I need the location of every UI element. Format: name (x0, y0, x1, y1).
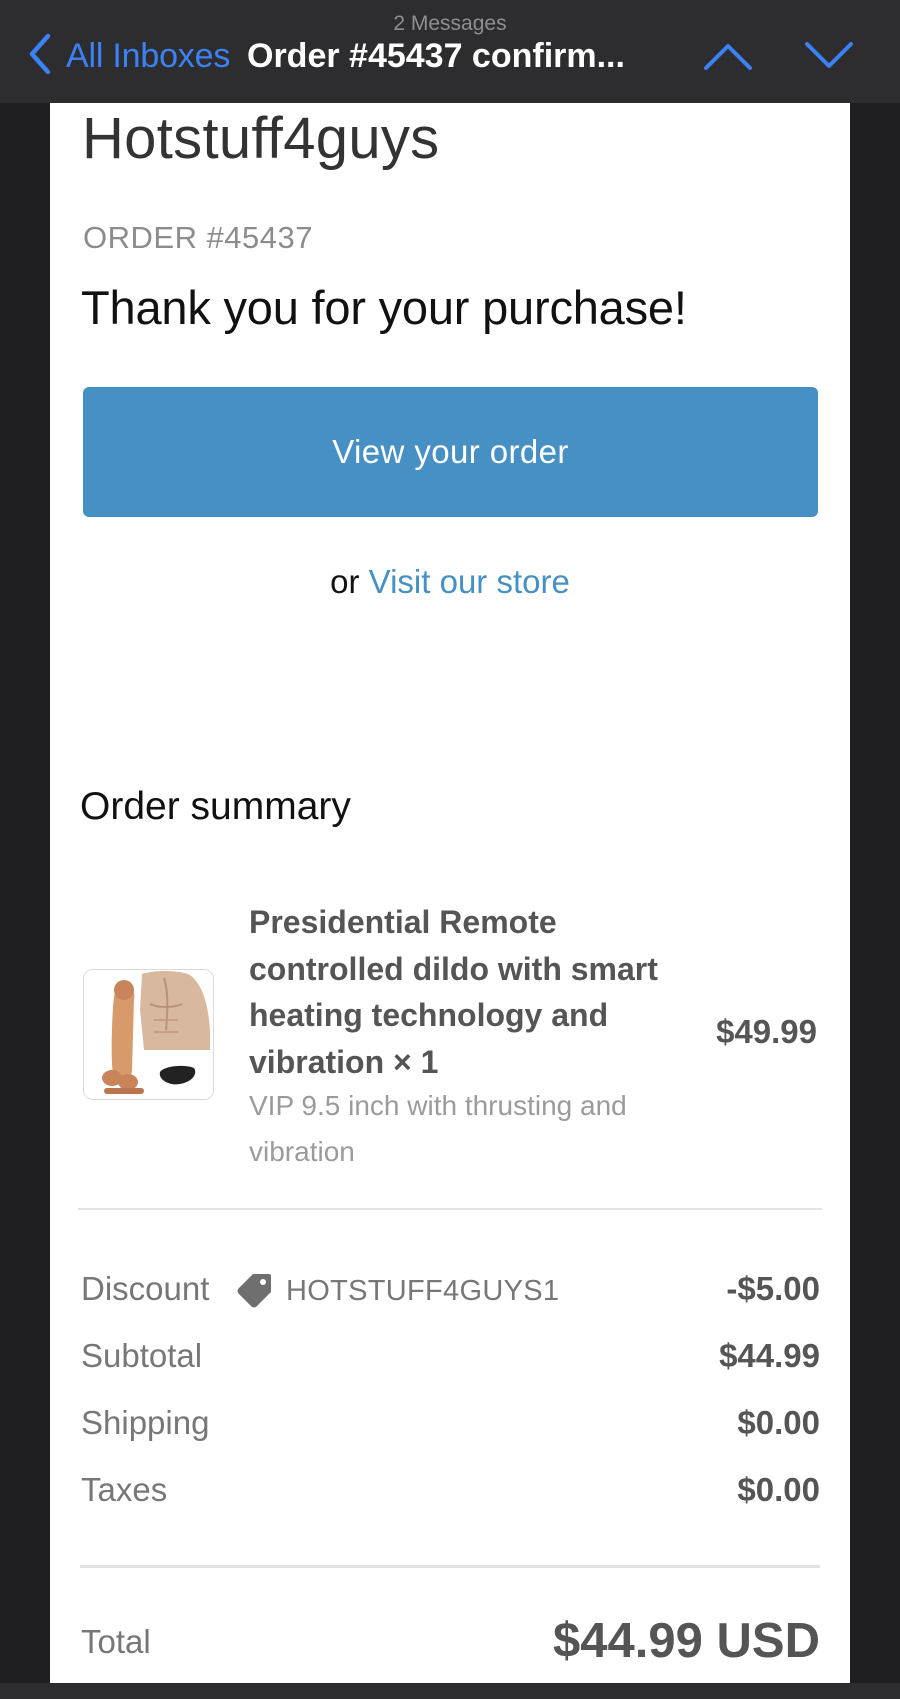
thank-you-heading: Thank you for your purchase! (81, 281, 687, 334)
total-label: Total (81, 1623, 151, 1660)
email-subject: Order #45437 confirm... (247, 37, 625, 75)
store-prefix: or (330, 563, 360, 600)
discount-label: Discount (81, 1270, 210, 1307)
shipping-label: Shipping (81, 1404, 210, 1441)
discount-value: -$5.00 (726, 1270, 820, 1307)
chevron-up-icon (702, 44, 754, 80)
shop-name: Hotstuff4guys (82, 106, 440, 171)
product-name: Presidential Remote controlled dildo wit… (249, 904, 658, 1080)
product-variant: VIP 9.5 inch with thrusting and vibratio… (249, 1090, 627, 1167)
order-number: ORDER #45437 (83, 220, 314, 255)
back-to-inboxes-button[interactable]: All Inboxes (26, 32, 231, 81)
total-value: $44.99 USD (553, 1614, 820, 1668)
message-count: 2 Messages (393, 12, 507, 35)
chevron-down-icon (803, 42, 855, 80)
back-label: All Inboxes (66, 36, 231, 75)
taxes-label: Taxes (81, 1471, 168, 1508)
price-tag-icon (235, 1270, 275, 1310)
mail-navigation-bar: 2 Messages All Inboxes Order #45437 conf… (0, 0, 900, 103)
product-price: $49.99 (716, 1013, 817, 1050)
chevron-left-icon (26, 32, 54, 81)
shipping-value: $0.00 (737, 1404, 820, 1441)
next-message-button[interactable] (803, 36, 855, 76)
divider (78, 1208, 822, 1210)
subtotal-label: Subtotal (81, 1337, 203, 1374)
previous-message-button[interactable] (702, 36, 754, 76)
bottom-toolbar-edge (0, 1683, 900, 1699)
order-summary-heading: Order summary (80, 785, 351, 828)
taxes-value: $0.00 (737, 1471, 820, 1508)
visit-store-link[interactable]: Visit our store (369, 563, 570, 600)
product-thumbnail (83, 969, 214, 1100)
total-divider (80, 1565, 820, 1568)
email-body: Hotstuff4guys ORDER #45437 Thank you for… (50, 103, 850, 1683)
discount-code: HOTSTUFF4GUYS1 (286, 1275, 560, 1307)
visit-store-line: or Visit our store (50, 563, 850, 601)
view-order-button[interactable]: View your order (83, 387, 818, 517)
subtotal-value: $44.99 (719, 1337, 820, 1374)
